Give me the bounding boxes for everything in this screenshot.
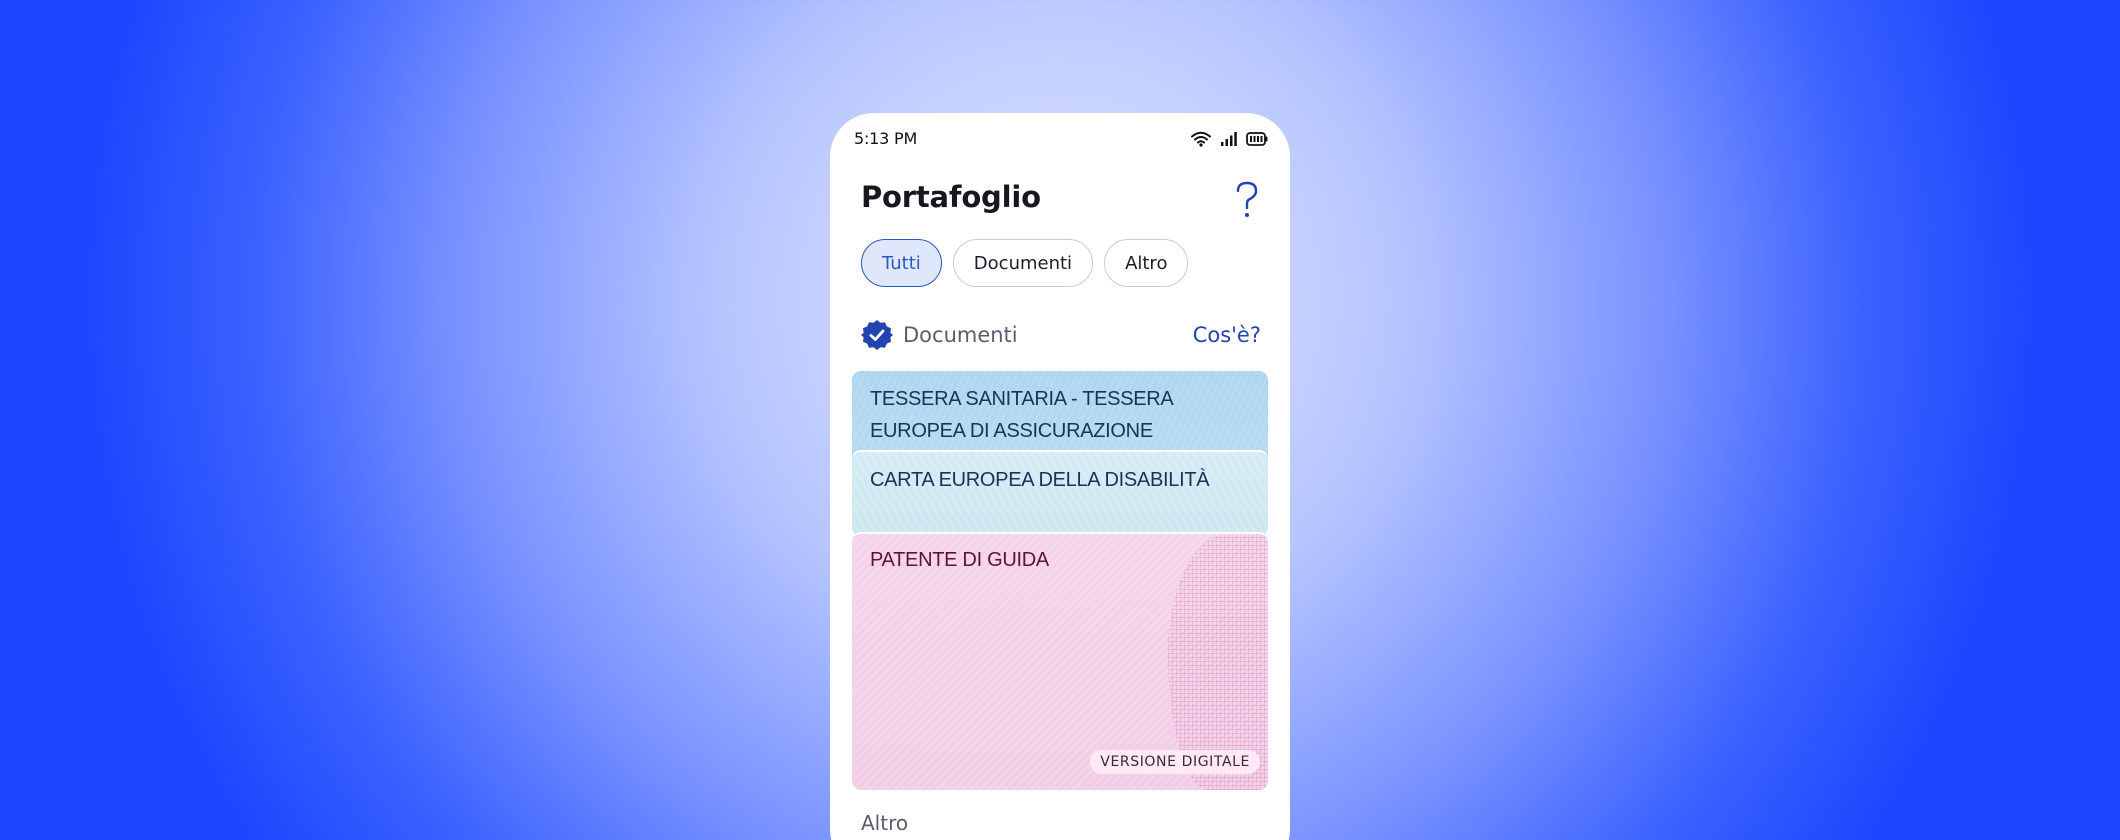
documents-section-header: Documenti Cos'è?: [861, 319, 1261, 351]
wifi-icon: [1191, 131, 1211, 147]
filter-chip-altro[interactable]: Altro: [1104, 239, 1189, 287]
digital-version-badge: VERSIONE DIGITALE: [1090, 750, 1260, 774]
card-title: CARTA EUROPEA DELLA DISABILITÀ: [870, 469, 1210, 491]
card-patente-di-guida[interactable]: PATENTE DI GUIDA VERSIONE DIGITALE: [852, 532, 1268, 790]
verified-check-icon: [861, 320, 893, 350]
status-time: 5:13 PM: [854, 129, 918, 148]
status-bar: 5:13 PM: [830, 113, 1290, 165]
signal-icon: [1221, 132, 1237, 146]
what-is-it-link[interactable]: Cos'è?: [1193, 323, 1261, 347]
card-carta-disabilita[interactable]: CARTA EUROPEA DELLA DISABILITÀ: [852, 450, 1268, 536]
status-icons: [1191, 131, 1268, 147]
documents-section-title: Documenti: [903, 323, 1018, 347]
battery-icon: [1246, 132, 1268, 146]
filter-chip-documenti[interactable]: Documenti: [952, 239, 1094, 287]
phone-screen: 5:13 PM Portafoglio Tutti Documenti Altr…: [830, 113, 1290, 840]
help-icon[interactable]: [1232, 181, 1262, 219]
filter-chips: Tutti Documenti Altro: [861, 239, 1189, 287]
other-section-title: Altro: [861, 811, 909, 835]
page-title: Portafoglio: [861, 180, 1041, 214]
filter-chip-tutti[interactable]: Tutti: [861, 239, 942, 287]
card-title: PATENTE DI GUIDA: [870, 549, 1049, 571]
